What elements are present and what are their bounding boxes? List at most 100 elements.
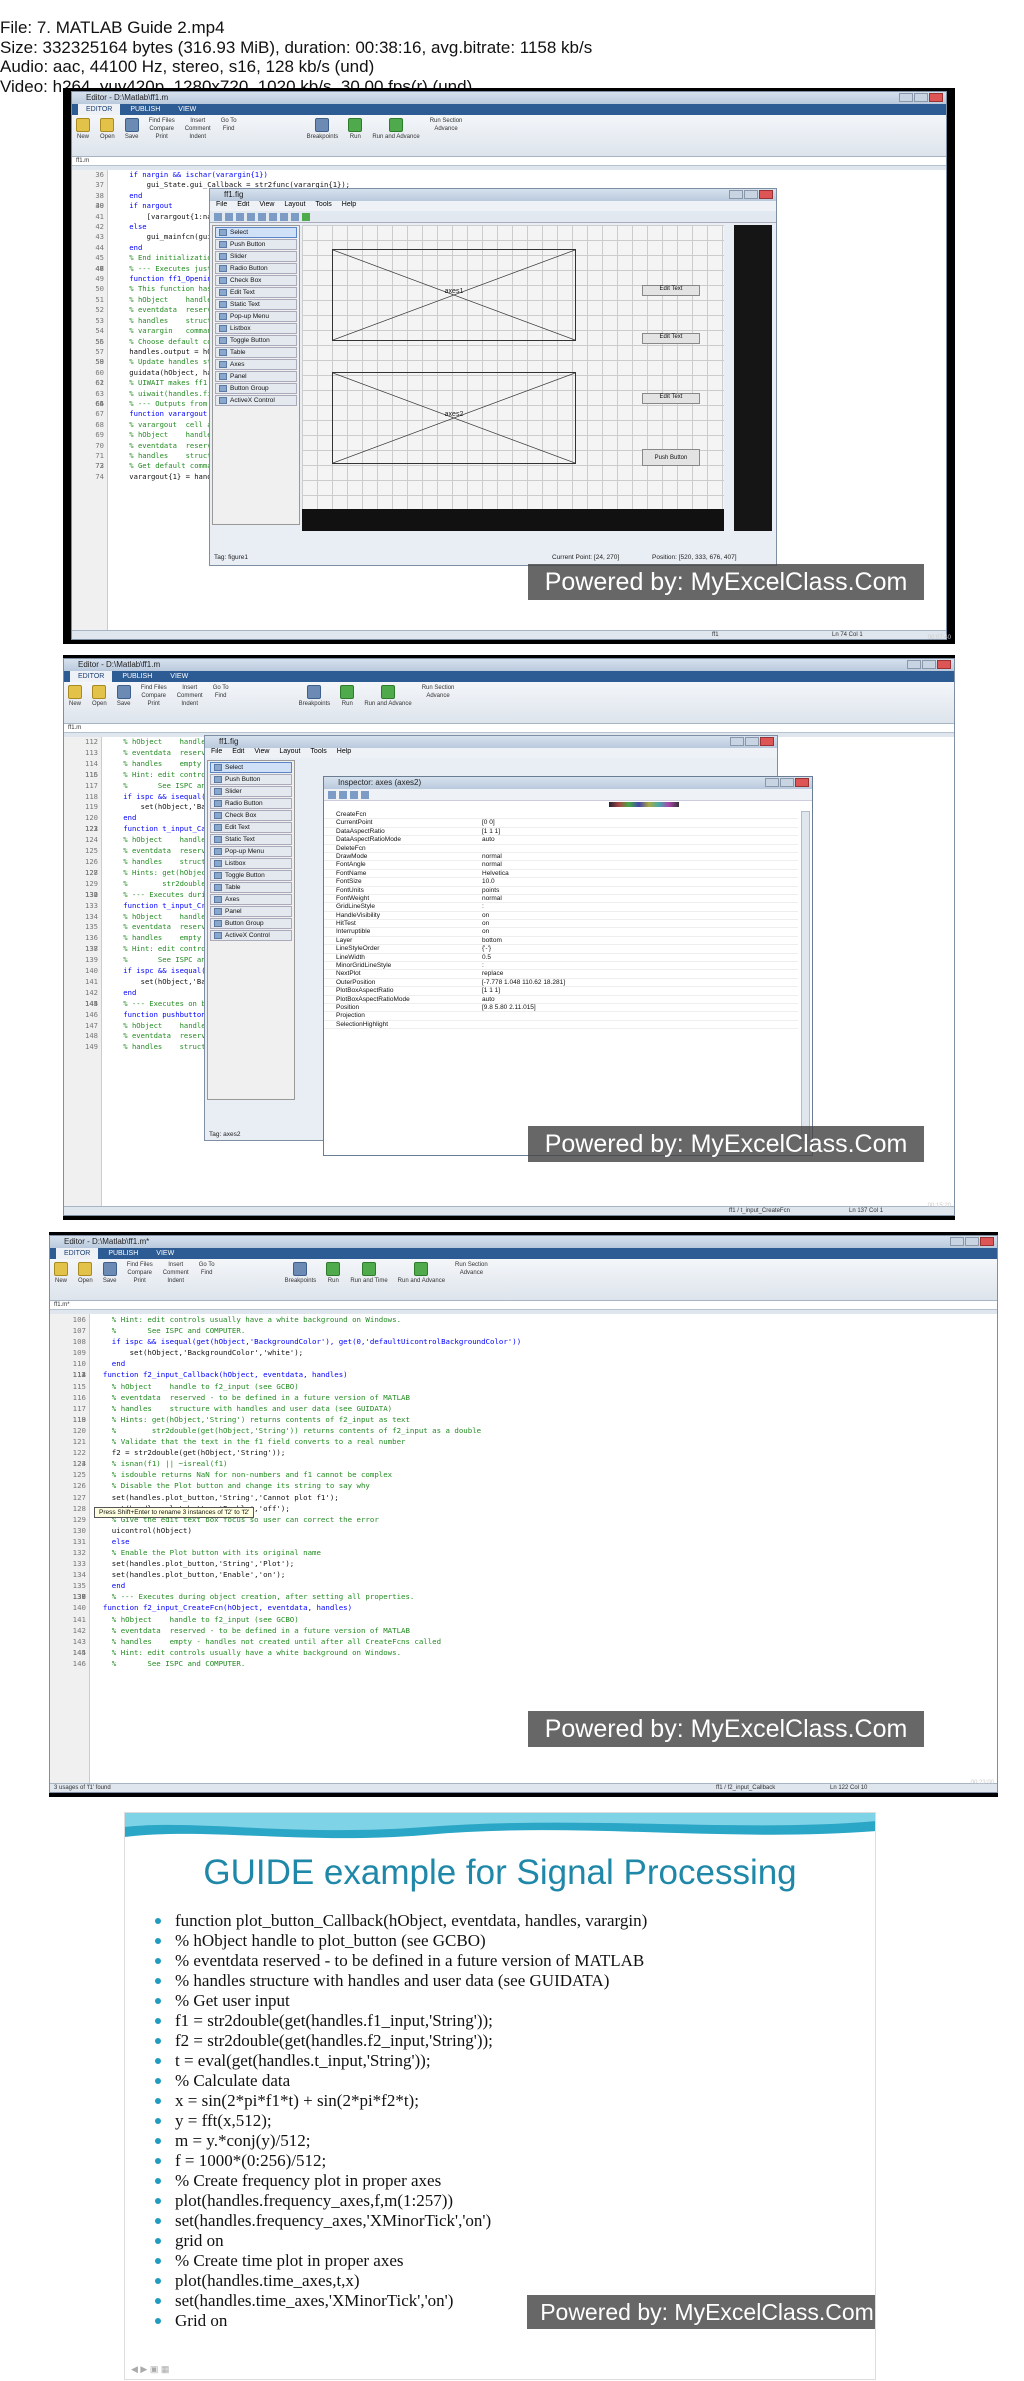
toolbar-icon[interactable] [269,213,277,221]
property-row[interactable]: HandleVisibility on [324,912,798,921]
menu-view[interactable]: View [254,748,269,758]
property-row[interactable]: SelectionHighlight [324,1021,798,1030]
axes2-box[interactable]: axes2 [332,372,576,464]
property-value[interactable]: points [474,887,798,894]
tab-editor[interactable]: EDITOR [78,104,121,115]
palette-item[interactable]: Static Text [215,299,297,310]
code-line[interactable]: 117 % handles structure with handles and… [50,1403,997,1414]
property-value[interactable]: on [474,912,798,919]
close-button[interactable] [980,1237,994,1246]
file-tab[interactable]: ff1.m [64,724,954,733]
property-value[interactable]: [1 1 1] [474,828,798,835]
edit-text-2[interactable]: Edit Text [642,333,700,344]
menu-edit[interactable]: Edit [237,201,249,211]
palette-item[interactable]: ActiveX Control [215,395,297,406]
new-button[interactable]: New [54,1262,68,1297]
property-value[interactable] [474,1012,798,1019]
code-line[interactable]: 145 % Hint: edit controls usually have a… [50,1647,997,1658]
property-row[interactable]: CreateFcn [324,811,798,820]
property-value[interactable]: [0 0] [474,819,798,826]
file-tab[interactable]: ff1.m* [50,1301,997,1310]
toolbar-icon[interactable] [247,213,255,221]
toolbar-icon[interactable] [214,213,222,221]
palette-item[interactable]: Select [215,227,297,238]
run-time-button[interactable]: Run and Time [350,1262,388,1297]
guide-minimize[interactable] [729,190,743,199]
property-value[interactable]: normal [474,853,798,860]
palette-item[interactable]: Pop-up Menu [215,311,297,322]
property-row[interactable]: FontUnits points [324,887,798,895]
property-value[interactable]: : [474,903,798,910]
layout-grid[interactable]: axes1 axes2 Edit Text Edit Text Edit Tex… [302,225,724,531]
sort-icon[interactable] [339,791,347,799]
code-line[interactable]: 110 end [50,1358,997,1369]
find-files-button[interactable]: Find Files Compare Print [141,685,167,720]
open-button[interactable]: Open [100,118,115,153]
property-row[interactable]: GridLineStyle: [324,903,798,912]
toolbar-icon[interactable] [280,213,288,221]
find-files-button[interactable]: Find Files Compare Print [149,118,175,153]
run-button[interactable]: Run [348,118,363,153]
menu-tools[interactable]: Tools [310,748,326,758]
inspector-scrollbar[interactable] [801,811,810,1141]
property-row[interactable]: Projection [324,1012,798,1021]
goto-button[interactable]: Go To Find [213,685,229,720]
property-row[interactable]: DataAspectRatioMode auto [324,836,798,845]
menu-layout[interactable]: Layout [284,201,305,211]
toolbar-icon[interactable] [236,213,244,221]
palette-item[interactable]: ActiveX Control [210,930,292,941]
code-line[interactable]: 107 % See ISPC and COMPUTER. [50,1325,997,1336]
code-line[interactable]: 125 % isdouble returns NaN for non-numbe… [50,1469,997,1480]
maximize-button[interactable] [965,1237,979,1246]
inspector-maximize[interactable] [780,778,794,787]
palette-item[interactable]: Listbox [215,323,297,334]
property-row[interactable]: Layer bottom [324,937,798,946]
toolbar-icon[interactable] [291,213,299,221]
menu-file[interactable]: File [211,748,222,758]
new-button[interactable]: New [68,685,82,720]
maximize-button[interactable] [914,93,928,102]
save-button[interactable]: Save [102,1262,117,1297]
palette-item[interactable]: Table [210,882,292,893]
code-line[interactable]: 143 % handles empty - handles not create… [50,1636,997,1647]
property-value[interactable] [474,845,798,852]
code-line[interactable]: 124 % isnan(f1) || ~isreal(f1) [50,1458,997,1469]
palette-item[interactable]: Toggle Button [215,335,297,346]
palette-item[interactable]: Slider [210,786,292,797]
palette-item[interactable]: Panel [215,371,297,382]
code-line[interactable]: 109 set(hObject,'BackgroundColor','white… [50,1347,997,1358]
property-value[interactable]: [9.8 5.80 2.11.015] [474,1004,798,1011]
palette-item[interactable]: Check Box [215,275,297,286]
property-row[interactable]: Interruptible on [324,928,798,937]
code-line[interactable]: 133 set(handles.plot_button,'String','Pl… [50,1558,997,1569]
code-line[interactable]: 130 uicontrol(hObject) [50,1525,997,1536]
goto-button[interactable]: Go To Find [221,118,237,153]
palette-item[interactable]: Panel [210,906,292,917]
property-value[interactable]: [-7.778 1.048 110.62 18.281] [474,979,798,986]
guide-close[interactable] [759,190,773,199]
property-row[interactable]: FontAngle normal [324,861,798,870]
palette-item[interactable]: Push Button [210,774,292,785]
axes1-box[interactable]: axes1 [332,249,576,341]
code-line[interactable]: 142 % eventdata reserved - to be defined… [50,1625,997,1636]
property-value[interactable]: 10.0 [474,878,798,885]
tab-editor[interactable]: EDITOR [56,1248,99,1259]
maximize-button[interactable] [922,660,936,669]
guide-maximize[interactable] [745,737,759,746]
code-line[interactable]: 36 if nargin && ischar(varargin{1}) [72,170,946,180]
run-section-button[interactable]: Run Section Advance [455,1262,488,1297]
code-line[interactable]: 140 function f2_input_CreateFcn(hObject,… [50,1602,997,1613]
sort-icon[interactable] [328,791,336,799]
edit-text-1[interactable]: Edit Text [642,285,700,296]
property-value[interactable]: Helvetica [474,870,798,877]
breakpoints-button[interactable]: Breakpoints [285,1262,316,1297]
run-advance-button[interactable]: Run and Advance [364,685,412,720]
guide-minimize[interactable] [730,737,744,746]
run-advance-button[interactable]: Run and Advance [372,118,420,153]
code-line[interactable]: 121 % Validate that the text in the f1 f… [50,1436,997,1447]
save-button[interactable]: Save [124,118,139,153]
minimize-button[interactable] [899,93,913,102]
property-value[interactable]: [1 1 1] [474,987,798,994]
tab-editor[interactable]: EDITOR [70,671,113,682]
inspector-close[interactable] [795,778,809,787]
